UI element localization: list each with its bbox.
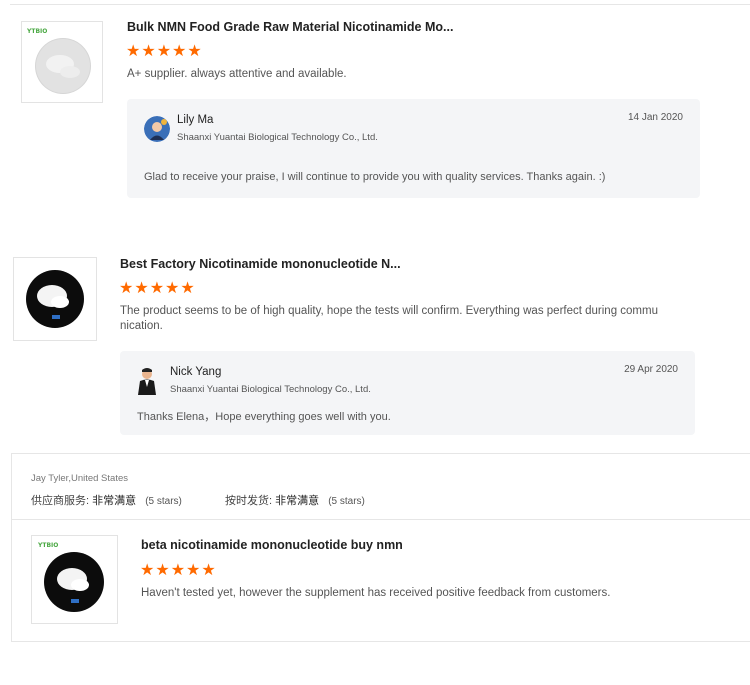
review-text: A+ supplier. always attentive and availa…	[127, 68, 347, 80]
reply-company: Shaanxi Yuantai Biological Technology Co…	[177, 132, 378, 143]
reply-date: 29 Apr 2020	[624, 364, 678, 375]
reply-text: Glad to receive your praise, I will cont…	[144, 171, 606, 183]
card-divider	[12, 519, 750, 520]
review-card: Jay Tyler,United States 供应商服务: 非常满意 (5 s…	[11, 453, 750, 642]
rating-stars: ★★★★★	[126, 43, 203, 60]
avatar-female-icon	[144, 116, 170, 142]
supplier-reply: Nick Yang Shaanxi Yuantai Biological Tec…	[120, 351, 695, 435]
reply-author-name: Nick Yang	[170, 366, 222, 378]
product-thumbnail[interactable]: YTBIO	[31, 535, 118, 624]
product-title[interactable]: beta nicotinamide mononucleotide buy nmn	[141, 538, 403, 552]
reply-date: 14 Jan 2020	[627, 112, 683, 123]
ontime-stars: (5 stars)	[328, 496, 365, 507]
supplier-service-value: 非常满意	[92, 495, 137, 507]
supplier-service-rating: 供应商服务: 非常满意 (5 stars)	[31, 492, 182, 508]
rating-stars: ★★★★★	[140, 562, 217, 579]
ontime-delivery-rating: 按时发货: 非常满意 (5 stars)	[225, 492, 365, 508]
supplier-service-label: 供应商服务:	[31, 495, 90, 507]
top-divider	[10, 4, 750, 5]
product-thumbnail[interactable]: YTBIO	[21, 21, 103, 103]
svg-text:YTBIO: YTBIO	[37, 542, 58, 549]
reviewer-name: Jay Tyler,United States	[31, 473, 128, 484]
review-text: Haven't tested yet, however the suppleme…	[141, 587, 611, 599]
reply-company: Shaanxi Yuantai Biological Technology Co…	[170, 384, 371, 395]
product-title[interactable]: Best Factory Nicotinamide mononucleotide…	[120, 257, 401, 271]
svg-text:YTBIO: YTBIO	[26, 28, 47, 35]
product-title[interactable]: Bulk NMN Food Grade Raw Material Nicotin…	[127, 20, 453, 34]
review-text: The product seems to be of high quality,…	[120, 305, 658, 332]
supplier-reply: Lily Ma Shaanxi Yuantai Biological Techn…	[127, 99, 700, 198]
supplier-service-stars: (5 stars)	[145, 496, 182, 507]
product-thumbnail[interactable]	[13, 257, 97, 341]
rating-stars: ★★★★★	[119, 280, 196, 297]
reply-author-name: Lily Ma	[177, 114, 214, 126]
avatar-male-icon	[136, 367, 158, 395]
ontime-value: 非常满意	[275, 495, 320, 507]
reply-text: Thanks Elena，Hope everything goes well w…	[137, 411, 391, 423]
ontime-label: 按时发货:	[225, 495, 273, 507]
